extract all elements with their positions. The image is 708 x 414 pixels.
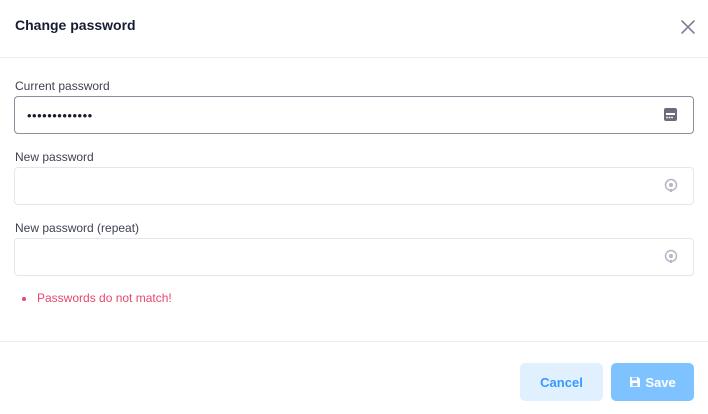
- error-message: Passwords do not match!: [37, 291, 172, 305]
- close-button[interactable]: [676, 15, 700, 39]
- cancel-button[interactable]: Cancel: [520, 363, 603, 401]
- repeat-password-label: New password (repeat): [15, 221, 140, 235]
- show-password-icon[interactable]: [663, 249, 679, 265]
- show-password-icon[interactable]: [663, 178, 679, 194]
- new-password-field[interactable]: [14, 167, 694, 205]
- dialog-footer: Cancel Save: [0, 341, 708, 414]
- bullet-icon: [22, 297, 26, 301]
- current-password-field[interactable]: [14, 96, 694, 134]
- dialog-header: Change password: [0, 0, 708, 58]
- new-password-label: New password: [15, 150, 94, 164]
- floppy-disk-icon: [630, 376, 641, 387]
- password-manager-icon[interactable]: [663, 107, 679, 123]
- repeat-password-input[interactable]: [27, 239, 647, 275]
- change-password-dialog: Change password Current password New pas…: [0, 0, 708, 414]
- current-password-input[interactable]: [27, 97, 647, 133]
- new-password-input[interactable]: [27, 168, 647, 204]
- repeat-password-field[interactable]: [14, 238, 694, 276]
- save-button[interactable]: Save: [611, 363, 694, 401]
- dialog-title: Change password: [15, 17, 136, 33]
- save-button-label: Save: [645, 374, 676, 390]
- close-icon: [681, 20, 695, 34]
- current-password-label: Current password: [15, 79, 110, 93]
